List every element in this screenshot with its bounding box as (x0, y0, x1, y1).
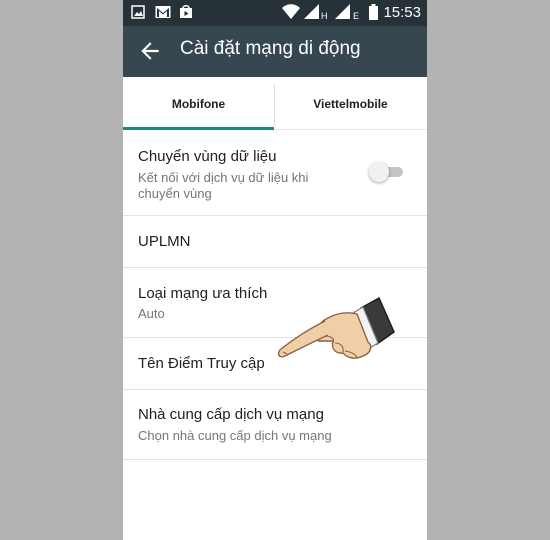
setting-data-roaming[interactable]: Chuyển vùng dữ liệu Kết nối với dịch vụ … (123, 130, 427, 216)
wifi-icon (282, 4, 300, 19)
pointing-hand-icon (277, 296, 395, 359)
setting-value: Auto (138, 306, 165, 321)
setting-title: Chuyển vùng dữ liệu (138, 148, 277, 165)
sim-tabs: Mobifone Viettelmobile (123, 77, 427, 130)
setting-title: Tên Điểm Truy cập (138, 355, 265, 372)
toggle-knob (369, 162, 389, 182)
arrow-left-icon[interactable] (137, 38, 163, 64)
signal-icon (304, 4, 319, 19)
status-time: 15:53 (383, 4, 421, 21)
page-title: Cài đặt mạng di động (180, 38, 361, 59)
status-bar: H E 15:53 (123, 0, 427, 26)
setting-network-operators[interactable]: Nhà cung cấp dịch vụ mạng Chọn nhà cung … (123, 390, 427, 460)
setting-title: Loại mạng ưa thích (138, 285, 268, 302)
tab-viettelmobile[interactable]: Viettelmobile (275, 77, 426, 130)
setting-title: Nhà cung cấp dịch vụ mạng (138, 406, 324, 423)
battery-icon (369, 4, 378, 20)
network-type-label: H (321, 11, 328, 21)
setting-subtitle: Chọn nhà cung cấp dịch vụ mạng (138, 428, 332, 443)
setting-title: UPLMN (138, 233, 191, 250)
image-icon (131, 5, 145, 19)
phone-screen: H E 15:53 Cài đặt mạng di động Mobifone … (123, 0, 427, 540)
tab-mobifone[interactable]: Mobifone (123, 77, 274, 130)
data-roaming-toggle[interactable] (369, 162, 405, 182)
network-type-label: E (353, 11, 360, 21)
signal-icon (335, 4, 350, 19)
store-icon (180, 5, 192, 18)
setting-subtitle: Kết nối với dịch vụ dữ liệu khi chuyển v… (138, 170, 309, 201)
app-bar: Cài đặt mạng di động (123, 26, 427, 77)
setting-uplmn[interactable]: UPLMN (123, 216, 427, 268)
gmail-icon (155, 6, 171, 18)
